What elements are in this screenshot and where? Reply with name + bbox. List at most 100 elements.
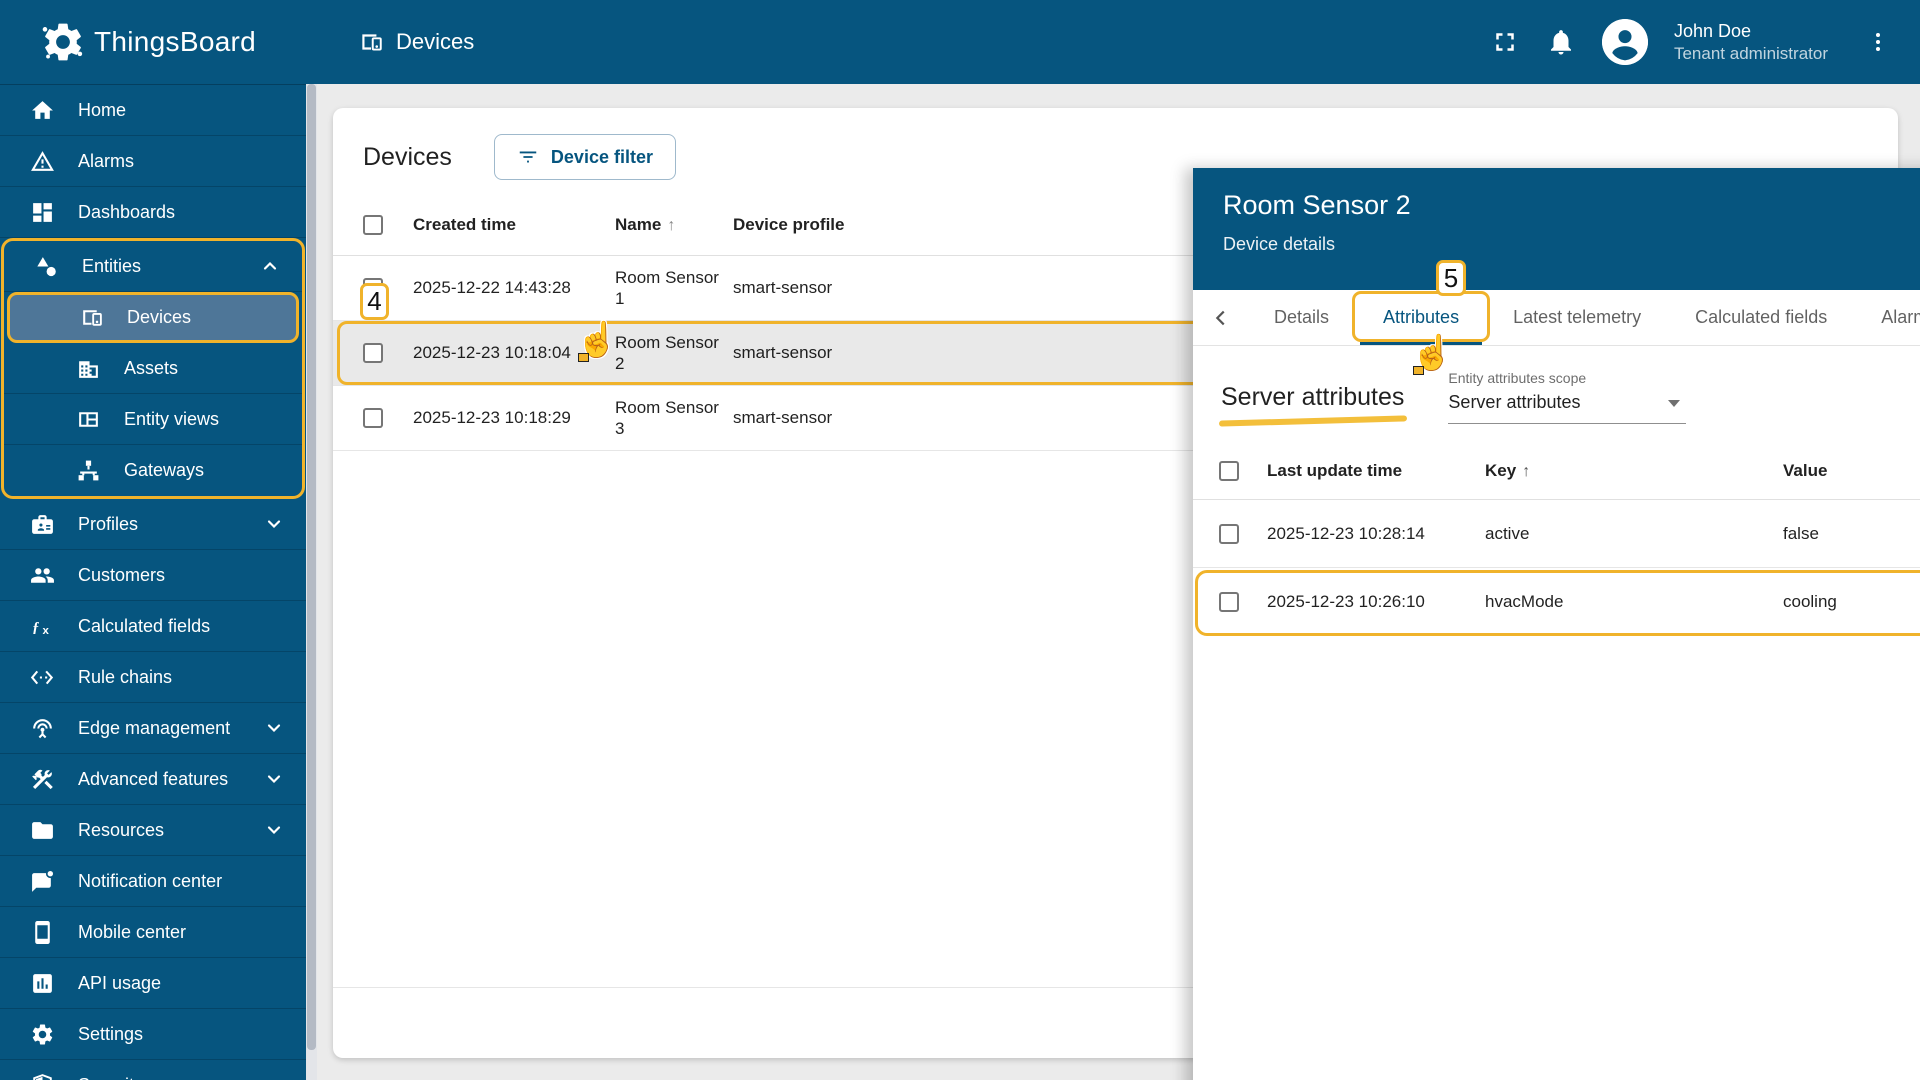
sidebar-item-advanced-features[interactable]: Advanced features (0, 754, 306, 805)
attributes-scope-select[interactable]: Entity attributes scope Server attribute… (1448, 370, 1687, 424)
sidebar-item-dashboards[interactable]: Dashboards (0, 187, 306, 238)
sidebar-item-settings[interactable]: Settings (0, 1009, 306, 1060)
home-icon (30, 98, 55, 123)
key-cell: hvacMode (1485, 592, 1564, 611)
sidebar-item-label: Alarms (78, 150, 135, 171)
value-cell: cooling (1783, 592, 1837, 611)
select-all-checkbox[interactable] (363, 214, 383, 235)
entities-group-highlight: Entities Devices Assets Entity views Gateway… (1, 238, 305, 499)
row-checkbox[interactable] (363, 408, 383, 428)
sidebar-item-api-usage[interactable]: API usage (0, 958, 306, 1009)
svg-text:x: x (43, 624, 50, 636)
filter-icon (519, 151, 537, 163)
user-info[interactable]: John Doe Tenant administrator (1674, 20, 1828, 64)
key-cell: active (1485, 523, 1530, 543)
col-key[interactable]: Key ↑ (1485, 461, 1783, 481)
main-content: Devices Device filter Created time Name ↑… (317, 84, 1920, 1080)
sidebar-item-label: Rule chains (78, 666, 173, 687)
sidebar-item-notification-center[interactable]: Notification center (0, 856, 306, 907)
device-filter-button[interactable]: Device filter (493, 134, 676, 180)
col-last-update-time[interactable]: Last update time (1267, 461, 1485, 481)
sidebar-item-label: Settings (78, 1023, 144, 1044)
attributes-toolbar: Server attributes Entity attributes scop… (1193, 346, 1920, 434)
attribute-row-active[interactable]: 2025-12-23 10:28:14 active false (1193, 500, 1920, 568)
app-logo[interactable]: ThingsBoard (0, 19, 306, 65)
notification-center-icon (30, 868, 55, 894)
sidebar-item-entities[interactable]: Entities (4, 241, 302, 292)
sidebar-item-label: Calculated fields (78, 615, 211, 636)
col-value[interactable]: Value (1783, 461, 1920, 481)
sidebar-item-gateways[interactable]: Gateways (4, 445, 302, 496)
gateways-icon (76, 458, 101, 483)
tab-alarm-rules[interactable]: Alarm rules (1854, 290, 1920, 345)
sidebar-item-label: Home (78, 99, 127, 120)
dropdown-arrow-icon (1668, 400, 1681, 407)
advanced-features-icon (30, 767, 55, 792)
created-time-cell: 2025-12-23 10:18:29 (413, 408, 571, 427)
security-icon (30, 1073, 55, 1080)
page-title: Devices (396, 29, 475, 54)
sidebar-item-label: Entities (82, 255, 142, 276)
edge-management-icon (30, 716, 55, 741)
device-name-cell: Room Sensor 1 (615, 267, 719, 308)
last-update-cell: 2025-12-23 10:26:10 (1267, 592, 1425, 611)
sidebar-item-resources[interactable]: Resources (0, 805, 306, 856)
device-name-cell: Room Sensor 2 (615, 332, 719, 373)
thingsboard-logo-icon (40, 19, 86, 65)
row-checkbox[interactable] (1219, 592, 1239, 612)
sidebar-item-customers[interactable]: Customers (0, 550, 306, 601)
sidebar-item-rule-chains[interactable]: Rule chains (0, 652, 306, 703)
attribute-row-hvacmode[interactable]: 2025-12-23 10:26:10 hvacMode cooling (1193, 568, 1920, 636)
sidebar-item-assets[interactable]: Assets (4, 343, 302, 394)
sidebar-nav: Home Alarms Dashboards Entities Devices Asset… (0, 84, 306, 1080)
api-usage-icon (30, 971, 55, 996)
row-checkbox[interactable] (1219, 523, 1239, 544)
sidebar-item-devices[interactable]: Devices (7, 292, 299, 343)
sidebar-item-label: API usage (78, 972, 162, 993)
col-created-time[interactable]: Created time (413, 215, 615, 235)
tab-latest-telemetry[interactable]: Latest telemetry (1486, 290, 1668, 345)
sidebar-item-profiles[interactable]: Profiles (0, 499, 306, 550)
tabs-scroll-left-icon[interactable] (1199, 290, 1243, 346)
annotation-step-4: 4 (360, 283, 389, 320)
cursor-hand-attributes-tab: ☝ (1411, 333, 1453, 375)
last-update-cell: 2025-12-23 10:28:14 (1267, 523, 1425, 543)
devices-icon (358, 29, 384, 55)
sidebar-item-label: Entity views (124, 408, 220, 429)
sidebar-item-edge-management[interactable]: Edge management (0, 703, 306, 754)
entity-views-icon (76, 407, 101, 432)
sidebar-item-label: Mobile center (78, 921, 187, 942)
sidebar-item-alarms[interactable]: Alarms (0, 136, 306, 187)
sidebar-item-security[interactable]: Security (0, 1060, 306, 1080)
col-name[interactable]: Name ↑ (615, 215, 733, 235)
fullscreen-icon[interactable] (1490, 27, 1520, 57)
select-all-attributes-checkbox[interactable] (1219, 460, 1239, 481)
chevron-down-icon (264, 769, 284, 789)
details-tabs: Details Attributes Latest telemetry Calcula… (1193, 290, 1920, 346)
sidebar-item-calculated-fields[interactable]: ƒ x Calculated fields (0, 601, 306, 652)
calculated-fields-icon: ƒx (30, 614, 55, 639)
device-name-cell: Room Sensor 3 (615, 397, 719, 438)
tab-calculated-fields[interactable]: Calculated fields (1668, 290, 1854, 345)
sidebar-item-label: Notification center (78, 870, 223, 891)
sidebar-item-label: Devices (127, 307, 192, 327)
details-title: Room Sensor 2 (1223, 190, 1411, 220)
scrollbar-thumb[interactable] (307, 84, 316, 1051)
devices-icon (79, 305, 104, 330)
kebab-menu-icon[interactable] (1866, 27, 1890, 57)
tab-details[interactable]: Details (1247, 290, 1356, 345)
sidebar-item-home[interactable]: Home (0, 85, 306, 136)
sidebar-item-label: Assets (124, 357, 179, 378)
sidebar-scrollbar[interactable] (306, 84, 317, 1080)
sidebar-item-mobile-center[interactable]: Mobile center (0, 907, 306, 958)
rule-chains-icon (30, 665, 55, 690)
sidebar-item-label: Gateways (124, 460, 205, 480)
sidebar-item-entity-views[interactable]: Entity views (4, 394, 302, 445)
notifications-bell-icon[interactable] (1546, 27, 1576, 57)
chevron-down-icon (264, 514, 284, 534)
row-checkbox[interactable] (363, 343, 383, 363)
user-avatar[interactable] (1601, 19, 1648, 65)
yellow-underline-annotation (1218, 414, 1408, 427)
resources-icon (30, 818, 55, 843)
sort-asc-icon: ↑ (667, 216, 676, 234)
